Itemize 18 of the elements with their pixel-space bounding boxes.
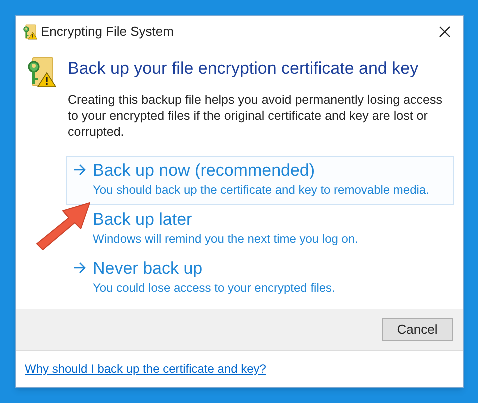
command-link[interactable]: Back up now (recommended) You should back up the certificate and key to removable media. <box>66 156 454 205</box>
description: Creating this backup file helps you avoid permanently losing access to your encrypted files if the original certificate and key are lost or corrupted. <box>68 92 444 140</box>
command-description: You should back up the certificate and key to removable media. <box>93 182 430 198</box>
cancel-button[interactable]: Cancel <box>382 318 453 341</box>
arrow-icon <box>73 164 87 176</box>
heading: Back up your file encryption certificate and key <box>68 58 420 80</box>
command-link[interactable]: Never back up You could lose access to your encrypted files. <box>66 254 454 303</box>
command-link[interactable]: Back up later Windows will remind you the next time you log on. <box>66 205 454 254</box>
command-title: Back up now (recommended) <box>93 160 316 182</box>
close-icon <box>439 26 451 38</box>
help-link[interactable]: Why should I back up the certificate and key? <box>25 360 266 378</box>
command-description: Windows will remind you the next time you log on. <box>93 231 358 247</box>
command-title: Never back up <box>93 258 204 280</box>
arrow-icon <box>73 262 87 274</box>
command-title: Back up later <box>93 209 194 231</box>
window-title: Encrypting File System <box>41 23 174 42</box>
command-description: You could lose access to your encrypted files. <box>93 280 336 296</box>
key-warning-icon <box>22 24 38 40</box>
